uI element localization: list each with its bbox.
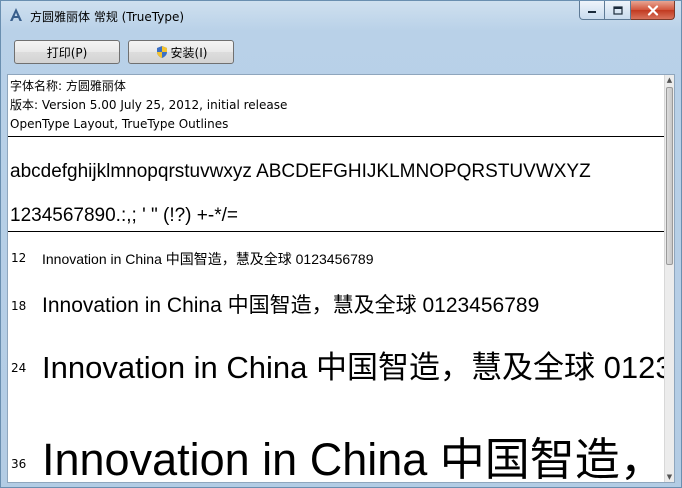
preview-text: Innovation in China 中国智造，慧及全球 0123456789 (42, 350, 666, 385)
preview-text: Innovation in China 中国智造，慧及全球 0123456789 (42, 294, 540, 317)
preview-size: 12 (11, 251, 27, 265)
font-info: 字体名称: 方圆雅丽体 版本: Version 5.00 July 25, 20… (10, 77, 287, 134)
preview-size: 36 (11, 457, 27, 471)
window-title: 方圆雅丽体 常规 (TrueType) (30, 10, 185, 24)
uac-shield-icon (156, 46, 167, 58)
close-button[interactable] (631, 1, 675, 20)
digits-sample: 1234567890.:,; ' " (!?) +-*/= (10, 205, 238, 226)
alphabet-sample: abcdefghijklmnopqrstuvwxyz ABCDEFGHIJKLM… (10, 161, 591, 182)
maximize-icon (612, 5, 623, 15)
window-controls (579, 1, 675, 20)
print-button[interactable]: 打印(P) (14, 40, 120, 64)
maximize-button[interactable] (605, 1, 631, 20)
preview-size: 24 (11, 361, 27, 375)
preview-row: 36 Innovation in China 中国智造，慧及全球 0123456… (8, 415, 666, 483)
font-viewer-window: 方圆雅丽体 常规 (TrueType) 打印(P) 安装(I) 字体名称: 方圆… (0, 0, 682, 488)
vertical-scrollbar[interactable]: ▲ ▼ (664, 75, 674, 482)
preview-row: 18 Innovation in China 中国智造，慧及全球 0123456… (8, 285, 666, 321)
divider (8, 231, 666, 232)
minimize-button[interactable] (579, 1, 605, 20)
preview-row: 12 Innovation in China 中国智造，慧及全球 0123456… (8, 247, 666, 271)
divider (8, 136, 666, 137)
print-button-label: 打印(P) (46, 45, 88, 60)
install-button[interactable]: 安装(I) (128, 40, 234, 64)
preview-row: 24 Innovation in China 中国智造，慧及全球 0123456… (8, 337, 666, 385)
preview-size: 18 (11, 299, 27, 313)
font-name-line: 字体名称: 方圆雅丽体 (10, 79, 126, 93)
font-preview-area: 字体名称: 方圆雅丽体 版本: Version 5.00 July 25, 20… (7, 74, 675, 483)
version-line: 版本: Version 5.00 July 25, 2012, initial … (10, 98, 288, 112)
install-button-label: 安装(I) (170, 45, 208, 60)
preview-text: Innovation in China 中国智造，慧及全球 0123456789 (42, 434, 666, 483)
scroll-up-icon[interactable]: ▲ (665, 75, 674, 85)
title-bar[interactable]: 方圆雅丽体 常规 (TrueType) (1, 1, 681, 31)
close-icon (647, 4, 658, 16)
font-file-icon (10, 8, 22, 21)
minimize-icon (588, 11, 596, 13)
scroll-thumb[interactable] (666, 87, 673, 265)
scroll-down-icon[interactable]: ▼ (665, 472, 674, 482)
tech-line: OpenType Layout, TrueType Outlines (10, 117, 229, 131)
preview-text: Innovation in China 中国智造，慧及全球 0123456789 (42, 251, 374, 267)
toolbar: 打印(P) 安装(I) (7, 37, 675, 69)
